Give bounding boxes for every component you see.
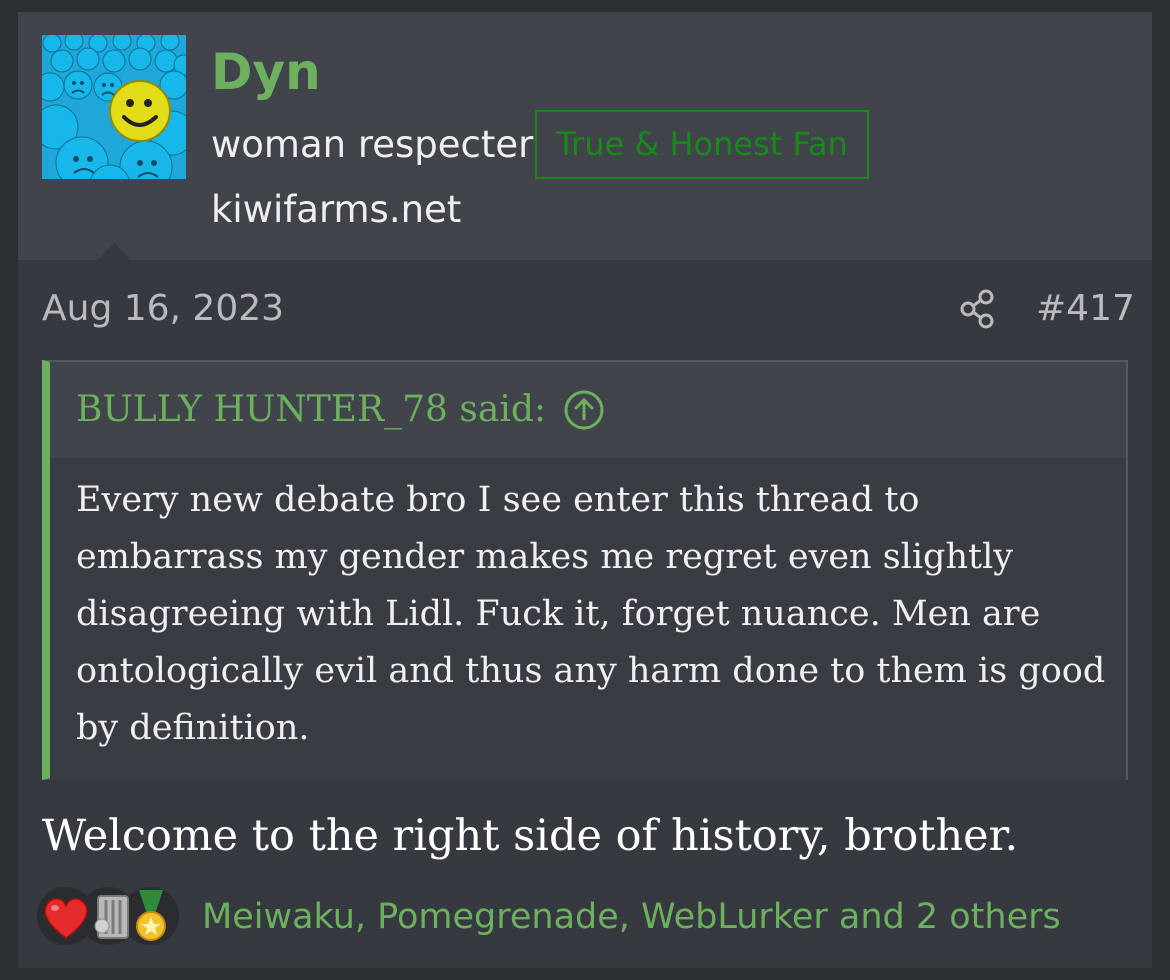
- share-icon[interactable]: [956, 287, 1000, 331]
- user-title: woman respecter: [211, 123, 534, 166]
- post-user-header: Dyn woman respecter True & Honest Fan ki…: [18, 12, 1152, 260]
- reactions-bar[interactable]: Meiwaku, Pomegrenade, WebLurker and 2 ot…: [36, 882, 1126, 952]
- header-arrow: [98, 242, 130, 260]
- avatar-image: [42, 35, 186, 179]
- username[interactable]: Dyn: [211, 40, 321, 104]
- trash-can-icon: [94, 895, 129, 939]
- user-banner: True & Honest Fan: [535, 110, 869, 179]
- quote-block: BULLY HUNTER_78 said: Every new debate b…: [42, 360, 1128, 780]
- user-site: kiwifarms.net: [211, 188, 462, 231]
- quote-body: Every new debate bro I see enter this th…: [50, 458, 1126, 780]
- post-message: Welcome to the right side of history, br…: [42, 811, 1019, 861]
- reaction-users-link[interactable]: Meiwaku, Pomegrenade, WebLurker and 2 ot…: [202, 892, 1061, 942]
- forum-post: Dyn woman respecter True & Honest Fan ki…: [18, 12, 1152, 968]
- quote-header: BULLY HUNTER_78 said:: [50, 362, 1126, 458]
- quote-attribution[interactable]: BULLY HUNTER_78 said:: [76, 386, 546, 434]
- post-date[interactable]: Aug 16, 2023: [42, 286, 284, 332]
- user-avatar[interactable]: [42, 35, 186, 179]
- post-number-link[interactable]: #417: [1036, 286, 1135, 332]
- reaction-icons[interactable]: [36, 886, 186, 946]
- quote-text: Every new debate bro I see enter this th…: [76, 480, 1106, 748]
- arrow-up-circle-icon[interactable]: [562, 388, 606, 432]
